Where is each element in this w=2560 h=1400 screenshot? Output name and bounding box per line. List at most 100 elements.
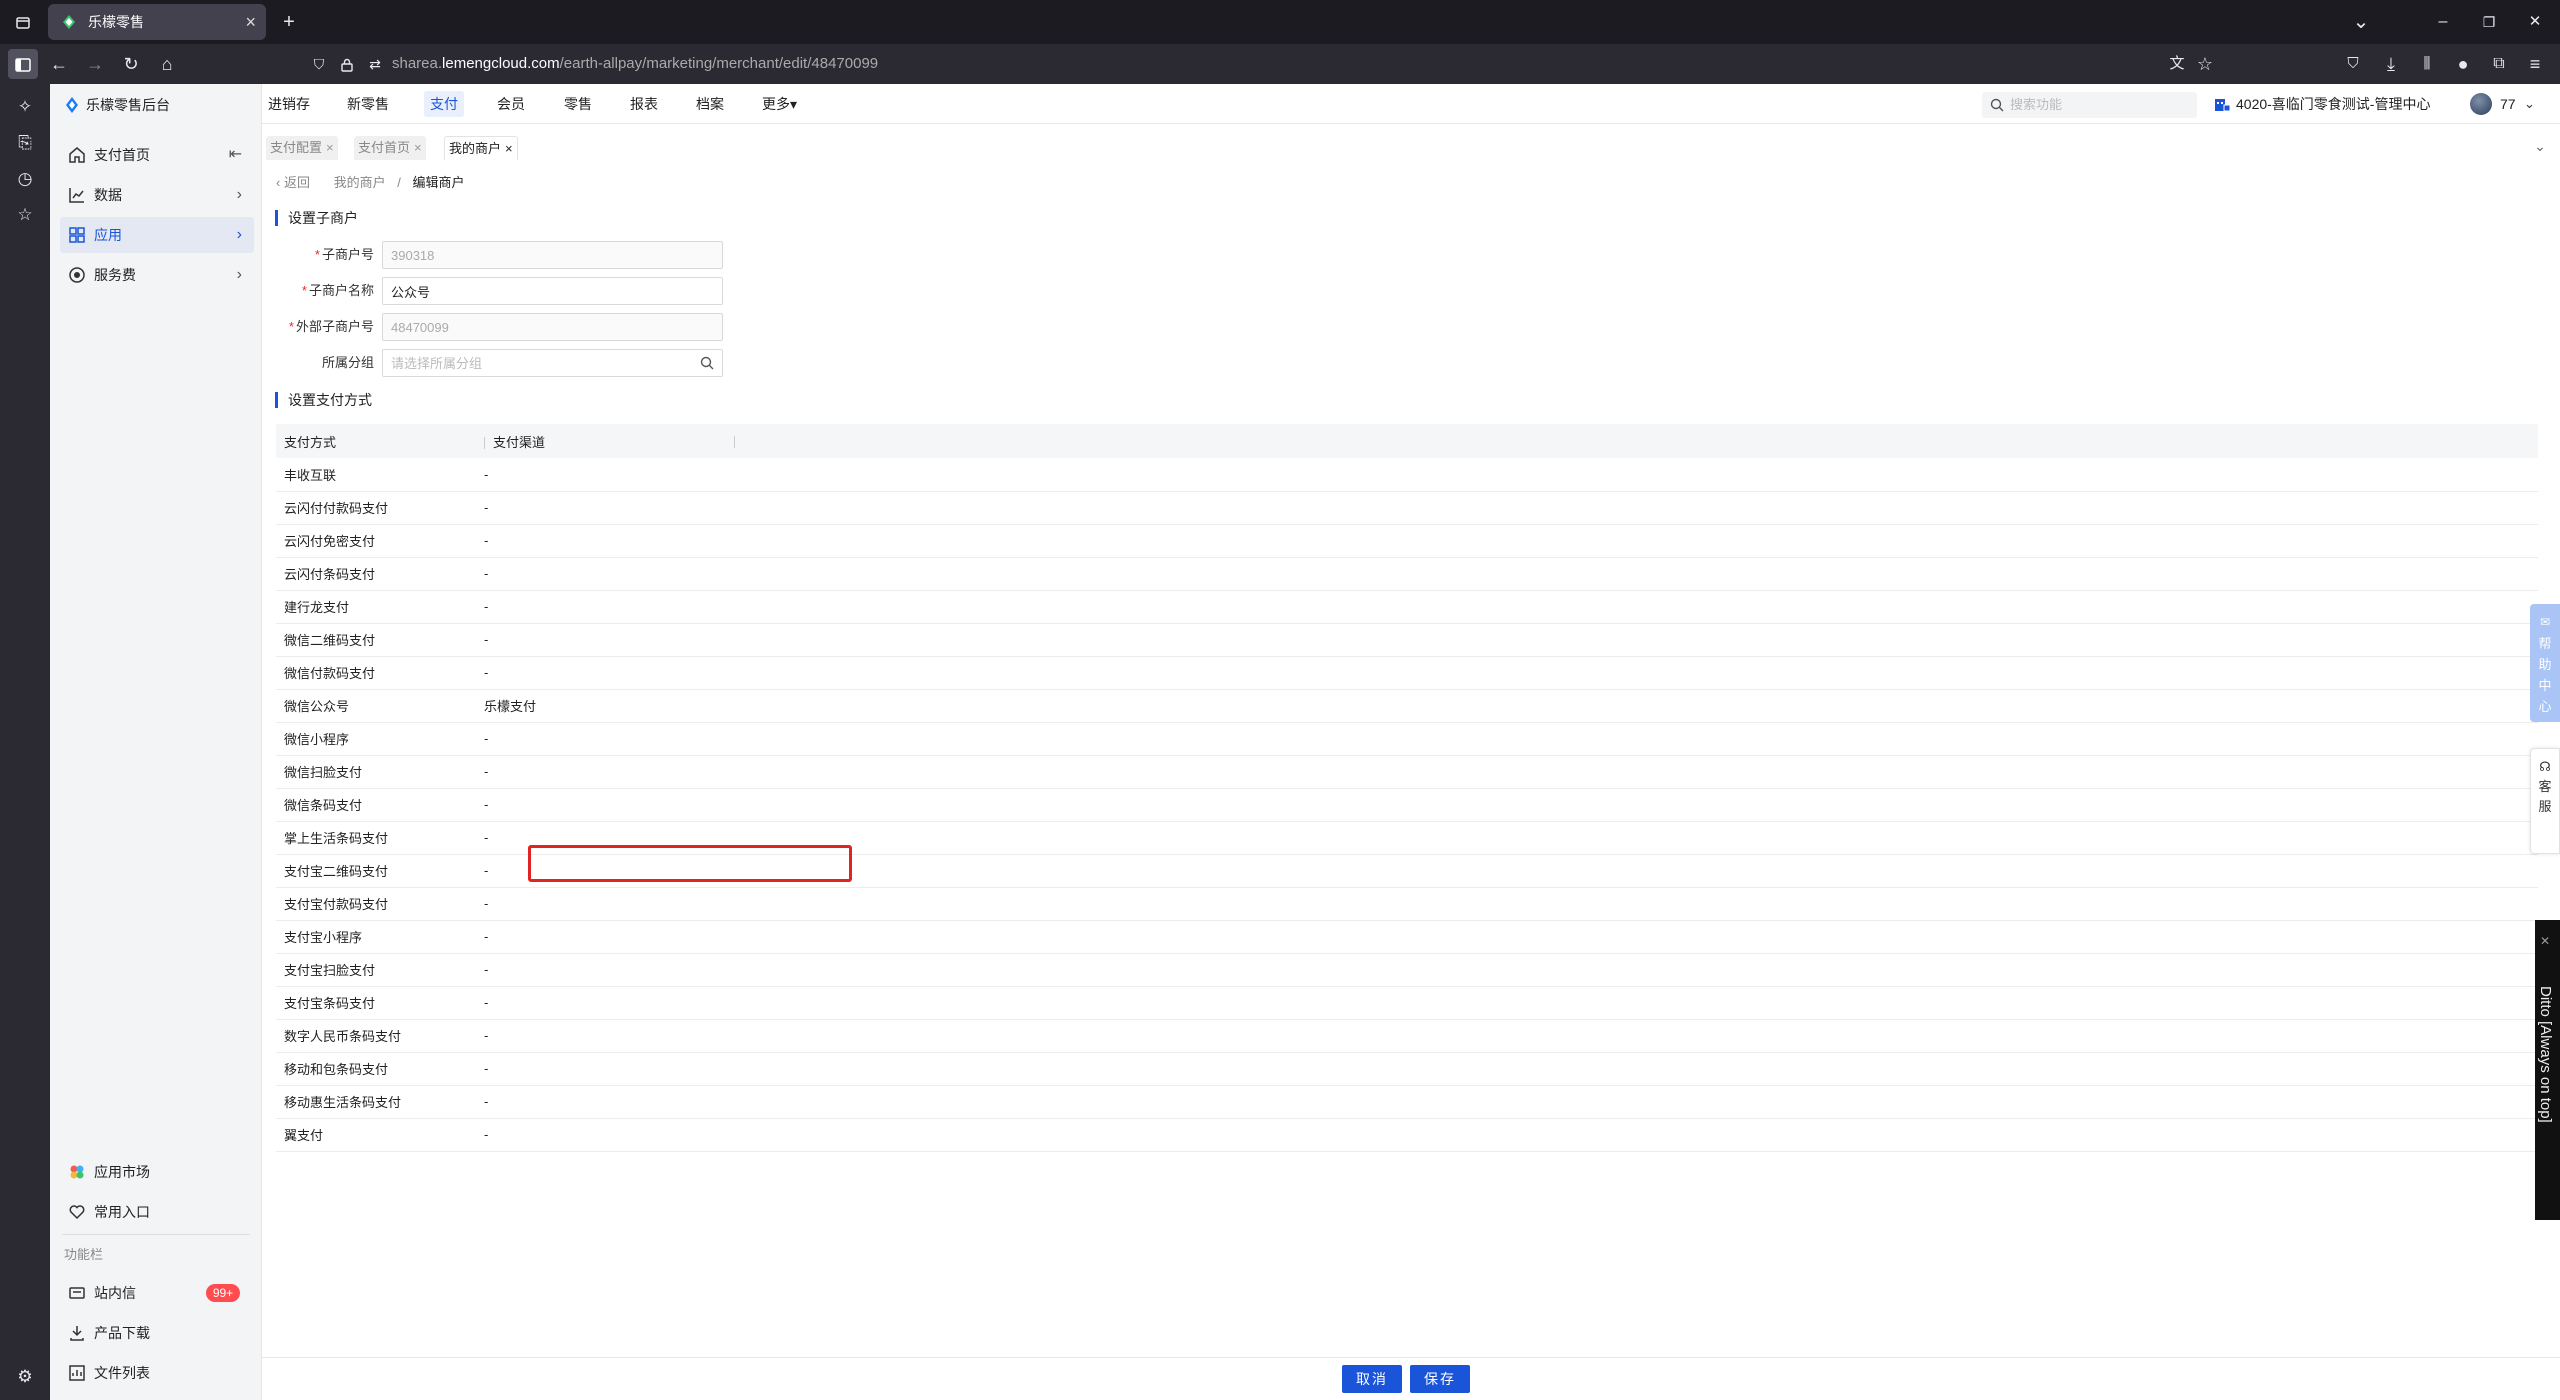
lock-icon[interactable] [332, 49, 362, 79]
tabs-dropdown-icon[interactable]: ⌄ [2530, 136, 2550, 156]
breadcrumb-parent[interactable]: 我的商户 [334, 175, 386, 190]
tab-label: 支付首页 [358, 140, 411, 155]
close-icon[interactable]: × [326, 140, 334, 155]
app-logo[interactable]: 乐檬零售后台 [64, 94, 170, 116]
synced-tabs-icon[interactable]: ⎘ [10, 128, 40, 158]
form-footer: 取消 保存 [262, 1357, 2560, 1400]
breadcrumb-current: 编辑商户 [412, 175, 465, 190]
pay-method-cell: 云闪付条码支付 [276, 557, 476, 591]
extensions-icon[interactable]: ⧉ [2484, 44, 2514, 84]
avatar[interactable] [2470, 93, 2492, 115]
sidebar-item-service-fee[interactable]: 服务费 › [60, 257, 254, 293]
close-icon[interactable]: × [414, 140, 422, 155]
nav-archive[interactable]: 档案 [690, 91, 730, 117]
sidebar-item-favorites[interactable]: 常用入口 [60, 1194, 254, 1230]
permissions-icon[interactable]: ⇄ [360, 49, 390, 79]
sidebar-item-label: 支付首页 [94, 147, 150, 163]
browser-tab[interactable]: 乐檬零售 × [48, 4, 266, 40]
cancel-button[interactable]: 取消 [1342, 1365, 1402, 1393]
pay-channel-cell: - [476, 953, 726, 987]
sidebar-item-app-market[interactable]: 应用市场 [60, 1154, 254, 1190]
customer-service-button[interactable]: ☊ 客 服 [2530, 748, 2560, 854]
tab-label: 支付配置 [270, 140, 323, 155]
sidebar-item-file-list[interactable]: 文件列表 [60, 1355, 254, 1391]
close-window-icon[interactable]: ✕ [2520, 0, 2550, 44]
settings-gear-icon[interactable]: ⚙ [10, 1362, 40, 1392]
app-sidebar: 乐檬零售后台 支付首页 ⇤ 数据 › 应用 › 服务费 › 应用市场 常用入口 … [50, 84, 262, 1400]
feature-search-input[interactable]: 搜索功能 [1982, 92, 2197, 118]
url-text[interactable]: sharea.lemengcloud.com/earth-allpay/mark… [392, 49, 878, 79]
nav-more[interactable]: 更多▾ [756, 91, 803, 117]
history-icon[interactable]: ◷ [10, 164, 40, 194]
empty-cell [726, 986, 2538, 1020]
empty-cell [726, 788, 2538, 822]
tab-overview-icon[interactable] [8, 0, 38, 44]
close-icon[interactable]: × [505, 141, 513, 156]
chevron-down-icon[interactable]: ⌄ [2524, 84, 2535, 124]
store-name-text: 4020-喜临门零食测试-管理中心 [2236, 96, 2431, 112]
market-icon [70, 1165, 84, 1179]
sidebar-item-data[interactable]: 数据 › [60, 177, 254, 213]
nav-member[interactable]: 会员 [491, 91, 531, 117]
sidebar-item-apps[interactable]: 应用 › [60, 217, 254, 253]
tab-list-icon[interactable]: ⌄ [2346, 0, 2376, 44]
pay-channel-cell: - [476, 1019, 726, 1053]
restore-icon[interactable]: ❐ [2474, 0, 2504, 44]
back-icon[interactable]: ← [44, 44, 74, 84]
pay-channel-cell: - [476, 854, 726, 888]
nav-new-retail[interactable]: 新零售 [341, 91, 395, 117]
required-mark: * [301, 283, 307, 298]
table-row: 支付宝扫脸支付 - [276, 953, 2538, 987]
account-icon[interactable]: ● [2448, 44, 2478, 84]
user-name[interactable]: 77 [2500, 84, 2516, 124]
sidebar-toggle-icon[interactable] [8, 49, 38, 79]
search-icon[interactable] [700, 356, 714, 370]
close-icon[interactable]: ✕ [2540, 934, 2550, 948]
tab-my-merchants[interactable]: 我的商户 × [444, 136, 518, 160]
nav-inventory[interactable]: 进销存 [262, 91, 316, 117]
new-tab-icon[interactable]: + [274, 0, 304, 44]
minimize-icon[interactable]: – [2428, 0, 2458, 44]
sidebar-item-product-download[interactable]: 产品下载 [60, 1315, 254, 1351]
sub-merchant-name-field[interactable] [382, 277, 723, 305]
bookmark-star-icon[interactable]: ☆ [2190, 49, 2220, 79]
chart-icon [69, 188, 84, 203]
help-center-button[interactable]: ✉ 帮 助 中 心 [2530, 604, 2560, 722]
pocket-icon[interactable]: ⛉ [2338, 44, 2368, 84]
lemeng-logo-icon [66, 97, 78, 113]
store-selector[interactable]: 4020-喜临门零食测试-管理中心 [2214, 84, 2430, 124]
group-select-field[interactable] [382, 349, 723, 377]
home-icon[interactable]: ⌂ [152, 44, 182, 84]
forward-icon[interactable]: → [80, 44, 110, 84]
ai-chatbot-icon[interactable]: ✧ [10, 92, 40, 122]
nav-reports[interactable]: 报表 [624, 91, 664, 117]
menu-icon[interactable]: ≡ [2520, 44, 2550, 84]
url-bar[interactable]: ⛉ ⇄ sharea.lemengcloud.com/earth-allpay/… [290, 49, 2213, 79]
pay-channel-cell: - [476, 557, 726, 591]
sidebar-item-messages[interactable]: 站内信 99+ [60, 1275, 254, 1311]
tab-pay-home[interactable]: 支付首页 × [354, 136, 426, 160]
bookmarks-icon[interactable]: ☆ [10, 200, 40, 230]
store-icon [2215, 99, 2231, 112]
form-row-group: 所属分组 [276, 349, 996, 377]
reload-icon[interactable]: ↻ [116, 44, 146, 84]
downloads-icon[interactable]: ⤓ [2376, 44, 2406, 84]
sidebar-item-pay-home[interactable]: 支付首页 ⇤ [60, 137, 254, 173]
ditto-window[interactable]: ✕ Ditto [Always on top] [2535, 920, 2560, 1220]
form-row-sub-merchant-no: * 子商户号 [276, 241, 996, 269]
translate-icon[interactable]: 文 [2162, 49, 2192, 79]
back-link[interactable]: ‹ 返回 [276, 175, 310, 190]
pay-method-cell: 数字人民币条码支付 [276, 1019, 476, 1053]
library-icon[interactable]: ⫼ [2412, 44, 2442, 84]
shield-icon[interactable]: ⛉ [304, 49, 334, 79]
external-sub-merchant-no-field[interactable] [382, 313, 723, 341]
collapse-sidebar-icon[interactable]: ⇤ [229, 137, 242, 173]
nav-retail[interactable]: 零售 [558, 91, 598, 117]
close-tab-icon[interactable]: × [245, 4, 256, 40]
sub-merchant-no-field[interactable] [382, 241, 723, 269]
table-row: 微信公众号 乐檬支付 [276, 689, 2538, 723]
tab-pay-config[interactable]: 支付配置 × [266, 136, 338, 160]
save-button[interactable]: 保存 [1410, 1365, 1470, 1393]
nav-payment[interactable]: 支付 [424, 91, 464, 117]
empty-cell [726, 458, 2538, 492]
